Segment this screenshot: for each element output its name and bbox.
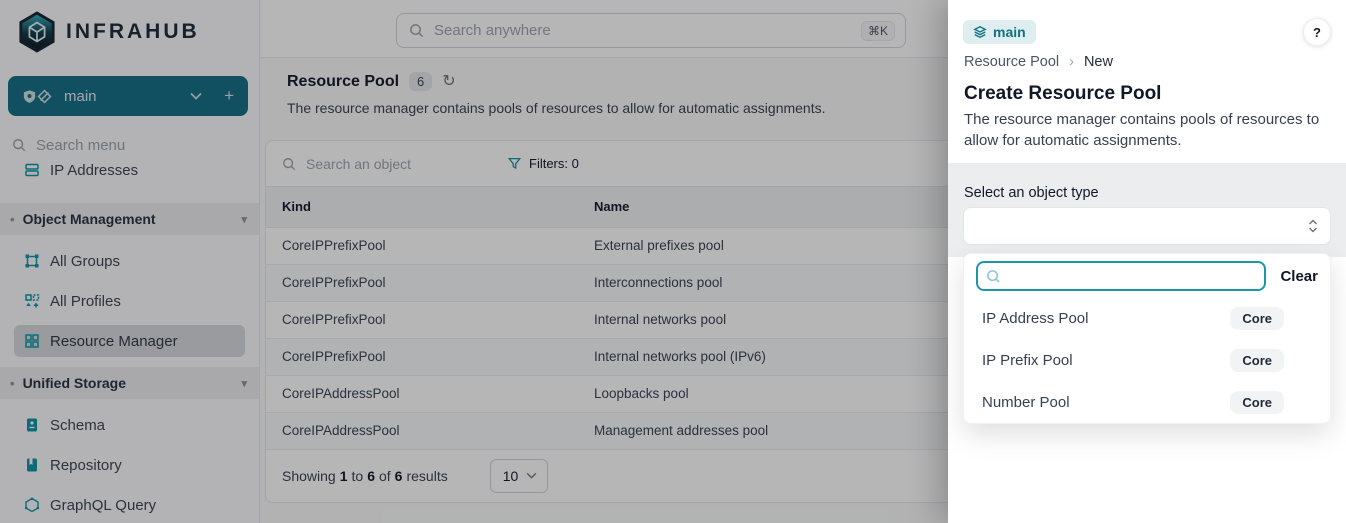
app: INFRAHUB main + Search menu: [0, 0, 1346, 523]
core-badge: Core: [1230, 391, 1284, 414]
option-label: Number Pool: [982, 394, 1070, 411]
option-label: IP Address Pool: [982, 310, 1088, 327]
option-ip-address-pool[interactable]: IP Address Pool Core: [964, 297, 1330, 339]
option-label: IP Prefix Pool: [982, 352, 1073, 369]
branch-badge-label: main: [993, 24, 1026, 40]
breadcrumb-parent[interactable]: Resource Pool: [964, 54, 1059, 70]
clear-button[interactable]: Clear: [1280, 268, 1318, 285]
option-ip-prefix-pool[interactable]: IP Prefix Pool Core: [964, 339, 1330, 381]
breadcrumb-current: New: [1084, 54, 1113, 70]
select-caret-icon: [1308, 218, 1318, 234]
layers-icon: [973, 25, 987, 39]
drawer-description: The resource manager contains pools of r…: [964, 110, 1336, 151]
option-number-pool[interactable]: Number Pool Core: [964, 381, 1330, 423]
modal-overlay[interactable]: [0, 0, 948, 523]
drawer-title: Create Resource Pool: [964, 83, 1161, 105]
branch-badge: main: [963, 20, 1036, 44]
dropdown-options: IP Address Pool Core IP Prefix Pool Core…: [964, 297, 1330, 423]
create-resource-pool-drawer: main ? Resource Pool › New Create Resour…: [948, 0, 1346, 523]
object-type-dropdown: Clear IP Address Pool Core IP Prefix Poo…: [963, 253, 1331, 424]
object-type-label: Select an object type: [964, 185, 1099, 201]
object-type-form-section: Select an object type: [948, 163, 1346, 257]
dropdown-search-input[interactable]: [976, 261, 1266, 291]
core-badge: Core: [1230, 349, 1284, 372]
core-badge: Core: [1230, 307, 1284, 330]
chevron-right-icon: ›: [1069, 54, 1074, 70]
search-icon: [986, 269, 1001, 284]
object-type-select[interactable]: [963, 207, 1331, 245]
help-button[interactable]: ?: [1303, 18, 1331, 46]
breadcrumb: Resource Pool › New: [964, 54, 1113, 70]
